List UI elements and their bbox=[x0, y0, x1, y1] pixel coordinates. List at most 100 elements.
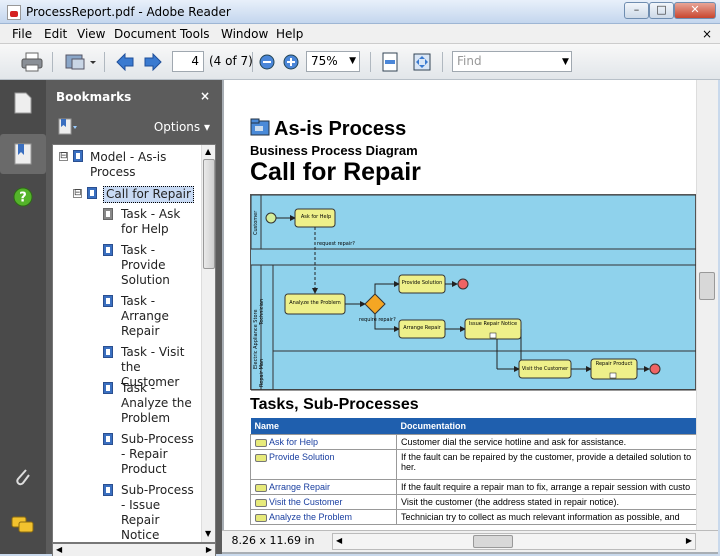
collapse-icon[interactable]: ⊟ bbox=[73, 189, 82, 198]
find-dropdown-icon[interactable]: ▼ bbox=[562, 57, 569, 67]
table-row: Provide Solution If the fault can be repa… bbox=[250, 449, 696, 480]
bookmark-ask-for-help[interactable]: Task - Ask for Help bbox=[121, 207, 199, 237]
options-menu[interactable]: Options ▾ bbox=[154, 120, 210, 134]
page-number-input[interactable]: 4 bbox=[172, 51, 204, 72]
page-count-label: (4 of 7) bbox=[209, 54, 253, 68]
subprocess-repair-product: Repair Product bbox=[595, 361, 633, 367]
menu-view[interactable]: View bbox=[77, 27, 105, 41]
doc-cell: If the fault require a repair man to fix… bbox=[396, 479, 696, 495]
task-link[interactable]: Visit the Customer bbox=[269, 497, 342, 507]
table-row: Arrange Repair If the fault require a rep… bbox=[250, 479, 696, 495]
menu-window[interactable]: Window bbox=[221, 27, 268, 41]
document-hscrollbar[interactable]: ◀ ▶ bbox=[332, 533, 696, 550]
collapse-icon[interactable]: ⊟ bbox=[59, 152, 68, 161]
doc-title: Call for Repair bbox=[250, 158, 421, 186]
scroll-up-icon[interactable]: ▲ bbox=[205, 147, 211, 156]
menu-edit[interactable]: Edit bbox=[44, 27, 67, 41]
doc-cell: Customer dial the service hotline and as… bbox=[396, 434, 696, 450]
pages-icon[interactable] bbox=[8, 88, 38, 118]
minimize-button[interactable]: – bbox=[624, 2, 649, 19]
bookmark-icon bbox=[103, 433, 113, 445]
doc-cell: Visit the customer (the address stated i… bbox=[396, 494, 696, 510]
menu-file[interactable]: File bbox=[12, 27, 32, 41]
fit-page-icon[interactable] bbox=[378, 50, 402, 74]
lane-label-technician: Technician bbox=[259, 298, 265, 325]
task-link[interactable]: Analyze the Problem bbox=[269, 512, 352, 522]
document-close-icon[interactable]: × bbox=[702, 27, 712, 41]
task-link[interactable]: Ask for Help bbox=[269, 437, 318, 447]
diagram-type-icon bbox=[250, 118, 270, 139]
bookmark-tree: ⊟ Model - As-is Process ⊟ Call for Repai… bbox=[52, 144, 216, 543]
doc-cell: Technician try to collect as much releva… bbox=[396, 509, 696, 525]
bookmarks-icon[interactable] bbox=[0, 134, 46, 174]
menu-help[interactable]: Help bbox=[276, 27, 303, 41]
lane-label-customer: Customer bbox=[253, 210, 259, 235]
scroll-thumb[interactable] bbox=[699, 272, 715, 300]
task-icon bbox=[255, 498, 267, 507]
svg-text:?: ? bbox=[19, 191, 27, 206]
col-name: Name bbox=[250, 418, 397, 435]
zoom-select[interactable]: 75% ▼ bbox=[306, 51, 360, 72]
bookmark-scrollbar[interactable]: ▲ ▼ bbox=[201, 145, 215, 542]
full-screen-icon[interactable] bbox=[410, 50, 434, 74]
find-input[interactable]: Find bbox=[452, 51, 572, 72]
menu-tools[interactable]: Tools bbox=[180, 27, 210, 41]
task-link[interactable]: Provide Solution bbox=[269, 452, 335, 462]
document-viewer: As-is Process Business Process Diagram C… bbox=[222, 80, 718, 554]
maximize-button[interactable]: □ bbox=[649, 2, 674, 19]
task-icon bbox=[255, 513, 267, 522]
task-icon bbox=[255, 438, 267, 447]
help-icon[interactable]: ? bbox=[8, 182, 38, 212]
scroll-right-icon[interactable]: ▶ bbox=[686, 536, 692, 545]
bookmark-icon bbox=[73, 150, 83, 162]
bookmark-model[interactable]: Model - As-is Process bbox=[90, 150, 190, 180]
task-provide-solution: Provide Solution bbox=[401, 280, 443, 286]
pdf-page: As-is Process Business Process Diagram C… bbox=[224, 80, 696, 530]
doc-subheading: Business Process Diagram bbox=[250, 143, 418, 158]
zoom-in-icon[interactable] bbox=[282, 50, 300, 74]
title-bar: ProcessReport.pdf - Adobe Reader – □ ✕ bbox=[0, 0, 720, 24]
bookmark-provide-solution[interactable]: Task - Provide Solution bbox=[121, 243, 191, 288]
scroll-thumb[interactable] bbox=[473, 535, 513, 548]
close-button[interactable]: ✕ bbox=[674, 2, 716, 19]
zoom-value: 75% bbox=[311, 54, 338, 68]
tasks-table-wrap: Name Documentation Ask for Help Customer d… bbox=[250, 418, 696, 525]
close-panel-icon[interactable]: × bbox=[200, 89, 210, 103]
bookmark-icon bbox=[103, 346, 113, 358]
scroll-left-icon[interactable]: ◀ bbox=[56, 545, 62, 554]
previous-page-icon[interactable] bbox=[114, 50, 136, 74]
chevron-down-icon: ▼ bbox=[349, 56, 356, 66]
bookmark-call-for-repair[interactable]: Call for Repair bbox=[103, 186, 194, 203]
scroll-left-icon[interactable]: ◀ bbox=[336, 536, 342, 545]
flow-label-require: require repair? bbox=[359, 317, 396, 323]
attachments-icon[interactable] bbox=[8, 462, 38, 492]
scroll-thumb[interactable] bbox=[203, 159, 215, 269]
navigation-pane: ? bbox=[0, 80, 46, 554]
bookmark-icon bbox=[103, 208, 113, 220]
comments-icon[interactable] bbox=[8, 510, 38, 540]
task-analyze-problem: Analyze the Problem bbox=[289, 300, 341, 306]
bookmark-analyze-problem[interactable]: Task - Analyze the Problem bbox=[121, 381, 197, 426]
col-documentation: Documentation bbox=[396, 418, 696, 435]
bookmark-hscrollbar[interactable]: ◀ ▶ bbox=[52, 543, 216, 556]
menu-document[interactable]: Document bbox=[114, 27, 176, 41]
task-link[interactable]: Arrange Repair bbox=[269, 482, 330, 492]
share-icon[interactable] bbox=[62, 50, 98, 74]
bookmark-repair-product[interactable]: Sub-Process - Repair Product bbox=[121, 432, 199, 477]
bookmark-add-icon[interactable] bbox=[58, 118, 80, 139]
bookmark-icon bbox=[103, 295, 113, 307]
scroll-right-icon[interactable]: ▶ bbox=[206, 545, 212, 554]
next-page-icon[interactable] bbox=[142, 50, 164, 74]
status-bar: 8.26 x 11.69 in ◀ ▶ bbox=[222, 530, 718, 552]
page-size-label: 8.26 x 11.69 in bbox=[231, 534, 315, 547]
zoom-out-icon[interactable] bbox=[258, 50, 276, 74]
print-icon[interactable] bbox=[18, 50, 46, 74]
task-visit-customer: Visit the Customer bbox=[521, 366, 569, 372]
window-title: ProcessReport.pdf - Adobe Reader bbox=[26, 5, 231, 19]
document-vscrollbar[interactable] bbox=[696, 80, 718, 530]
scroll-down-icon[interactable]: ▼ bbox=[205, 529, 211, 538]
bookmark-issue-repair-notice[interactable]: Sub-Process - Issue Repair Notice bbox=[121, 483, 201, 542]
bookmark-arrange-repair[interactable]: Task - Arrange Repair bbox=[121, 294, 191, 339]
table-row: Visit the Customer Visit the customer (th… bbox=[250, 494, 696, 510]
lane-label-repair-man: Repair Man bbox=[259, 358, 265, 387]
